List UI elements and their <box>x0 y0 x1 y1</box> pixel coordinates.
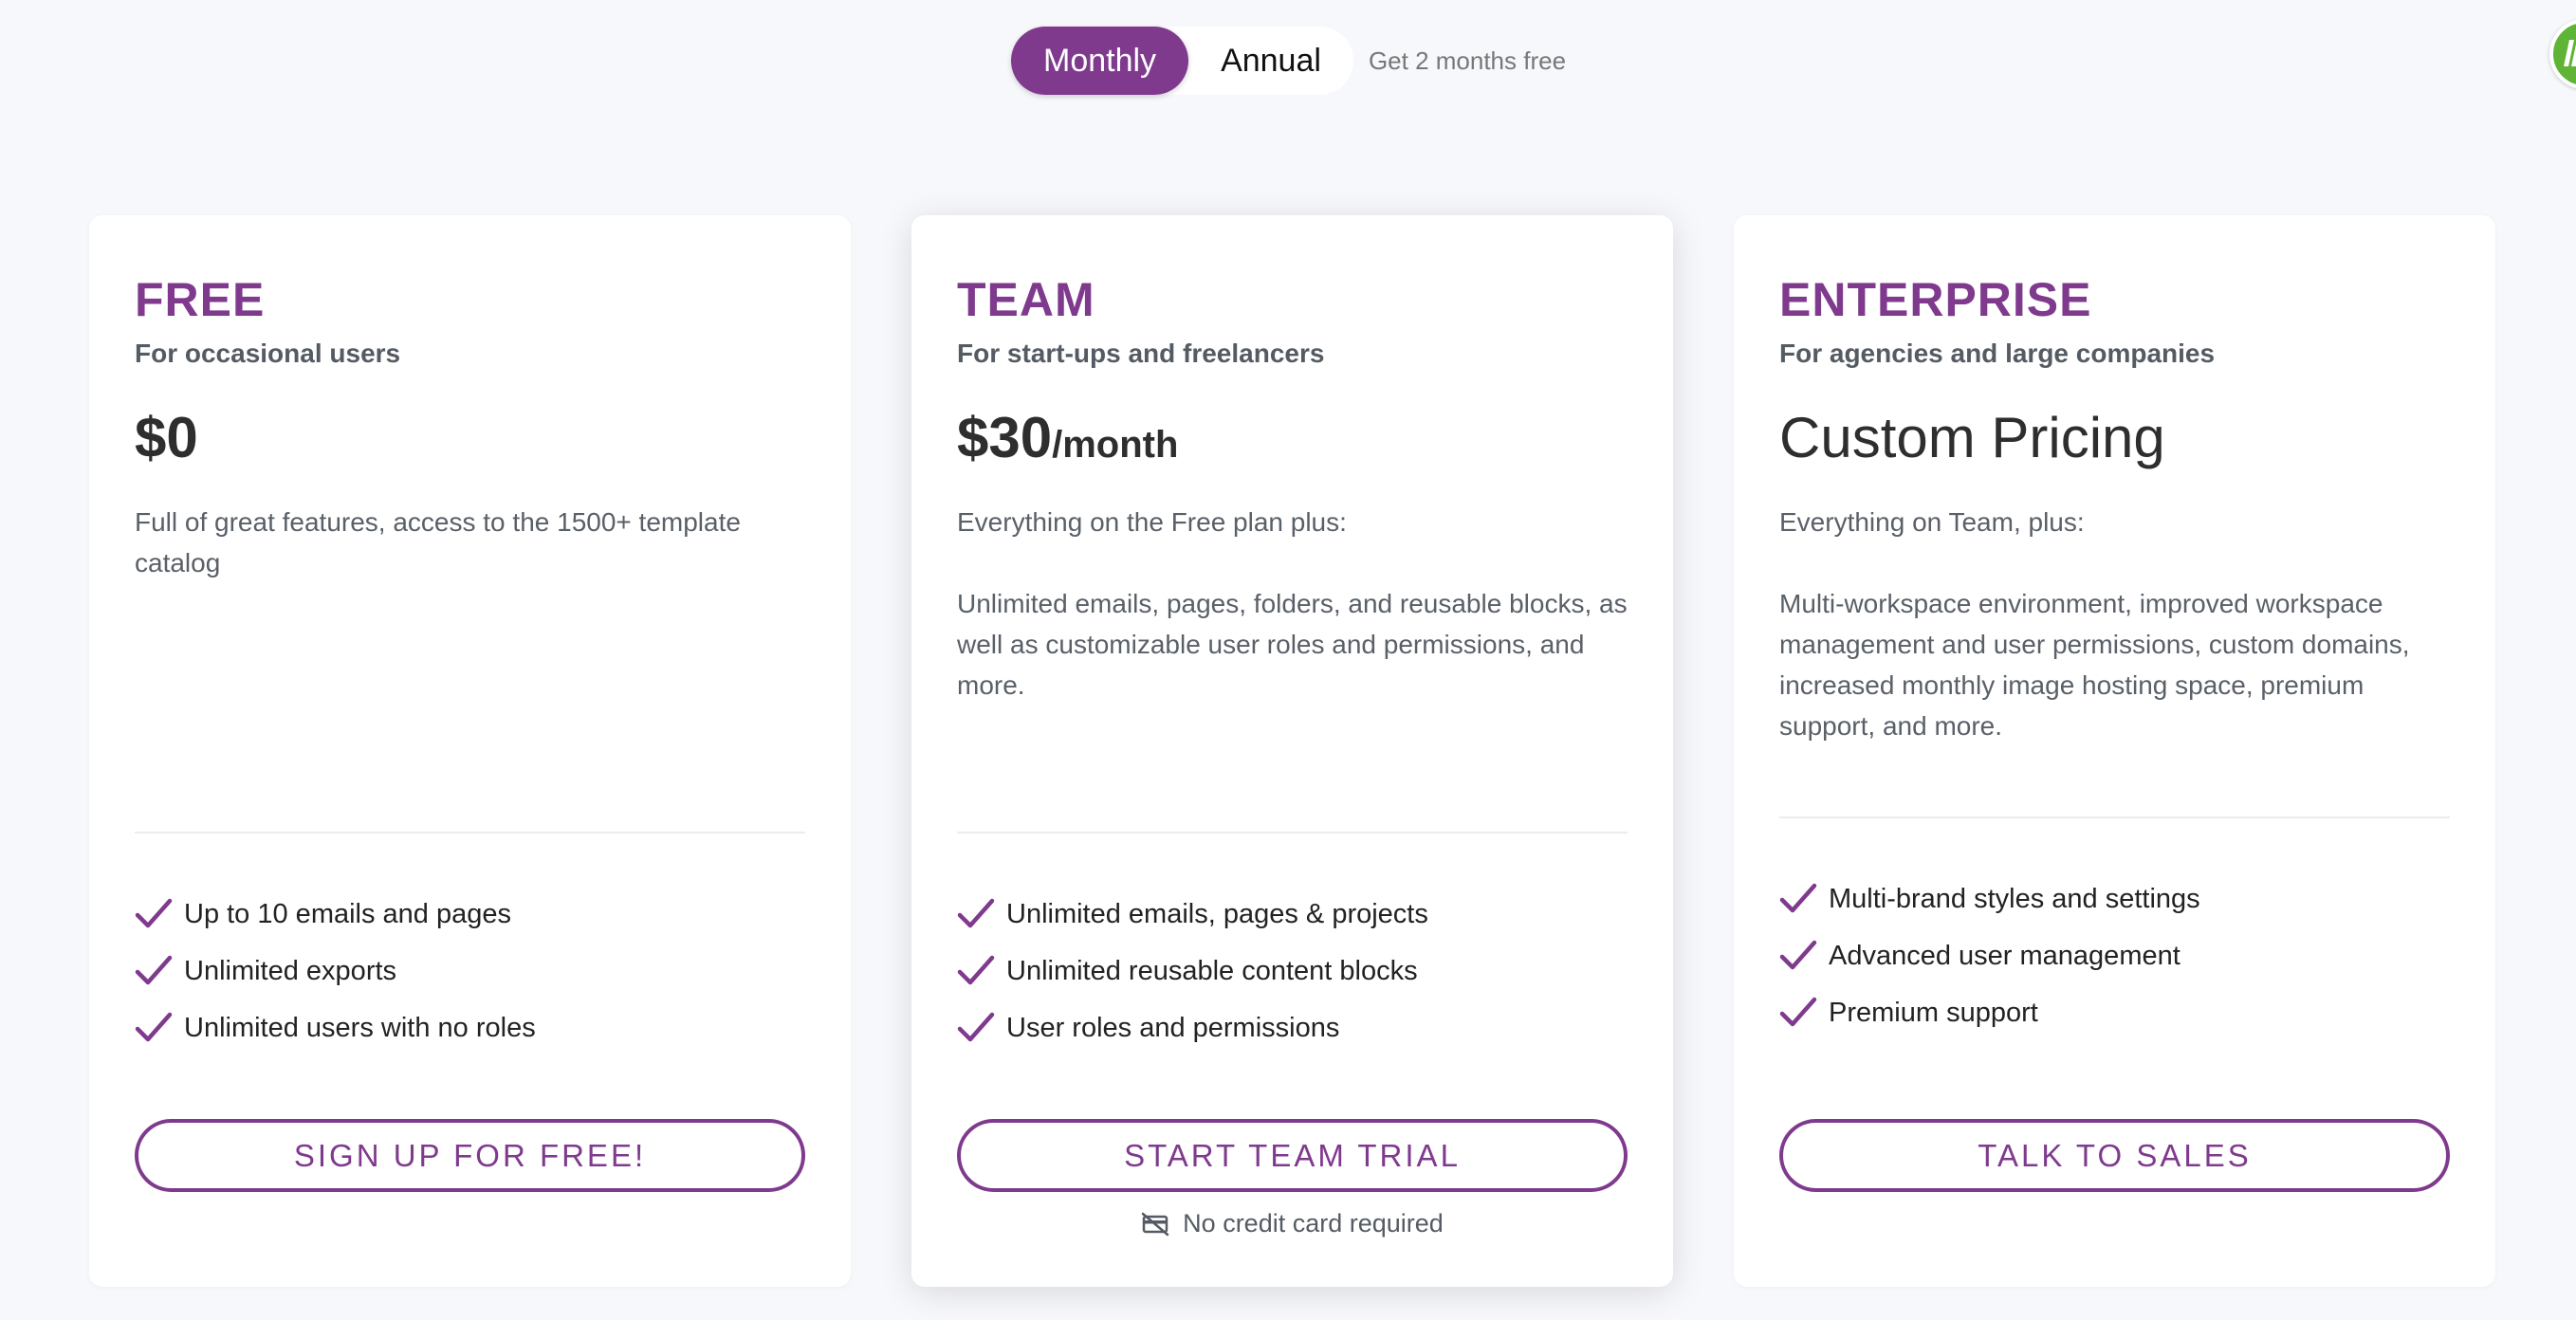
feature-label: Unlimited reusable content blocks <box>1006 955 1418 986</box>
feature-label: User roles and permissions <box>1006 1012 1340 1043</box>
feature-item: Unlimited emails, pages & projects <box>957 886 1628 943</box>
plan-description-intro: Everything on the Free plan plus: <box>957 507 1347 537</box>
plan-card-enterprise: ENTERPRISE For agencies and large compan… <box>1734 215 2495 1287</box>
sign-up-free-button[interactable]: SIGN UP FOR FREE! <box>135 1119 805 1192</box>
feature-list: Unlimited emails, pages & projects Unlim… <box>957 886 1628 1056</box>
feature-label: Multi-brand styles and settings <box>1829 883 2200 914</box>
billing-toggle-group: Monthly Annual Get 2 months free <box>1011 27 1566 95</box>
feature-label: Unlimited emails, pages & projects <box>1006 898 1428 929</box>
feature-list: Multi-brand styles and settings Advanced… <box>1779 871 2450 1041</box>
card-divider <box>135 832 805 834</box>
annual-toggle-button[interactable]: Annual <box>1188 27 1353 95</box>
check-icon <box>135 898 173 928</box>
plan-card-team: TEAM For start-ups and freelancers $30/m… <box>911 215 1673 1287</box>
check-icon <box>957 898 995 928</box>
feature-label: Advanced user management <box>1829 940 2180 971</box>
feature-item: Unlimited exports <box>135 943 805 999</box>
check-icon <box>1779 997 1817 1027</box>
feature-item: Multi-brand styles and settings <box>1779 871 2450 927</box>
monthly-toggle-button[interactable]: Monthly <box>1011 27 1189 95</box>
plan-tagline: For start-ups and freelancers <box>957 339 1325 368</box>
app-badge-icon[interactable] <box>2549 19 2576 89</box>
plan-name: ENTERPRISE <box>1779 273 2092 326</box>
plan-description-text: Full of great features, access to the 15… <box>135 507 741 578</box>
feature-item: Premium support <box>1779 984 2450 1041</box>
check-icon <box>1779 883 1817 913</box>
no-credit-card-icon <box>1141 1212 1169 1236</box>
plan-description-text: Unlimited emails, pages, folders, and re… <box>957 589 1628 700</box>
check-icon <box>135 1012 173 1042</box>
feature-label: Up to 10 emails and pages <box>184 898 511 929</box>
plan-description: Everything on Team, plus: Multi-workspac… <box>1779 502 2450 787</box>
billing-toggle: Monthly Annual <box>1011 27 1353 95</box>
plan-description: Everything on the Free plan plus: Unlimi… <box>957 502 1628 746</box>
card-divider <box>1779 816 2450 818</box>
plan-price: Custom Pricing <box>1779 406 2165 469</box>
plan-description-text: Multi-workspace environment, improved wo… <box>1779 589 2410 741</box>
feature-item: Up to 10 emails and pages <box>135 886 805 943</box>
no-credit-card-note: No credit card required <box>957 1209 1628 1238</box>
no-credit-card-label: No credit card required <box>1183 1209 1444 1238</box>
badge-bars <box>2564 40 2576 66</box>
plan-price-amount: $30 <box>957 406 1053 469</box>
feature-label: Unlimited exports <box>184 955 397 986</box>
plan-description-intro: Everything on Team, plus: <box>1779 507 2085 537</box>
annual-discount-note: Get 2 months free <box>1368 46 1567 75</box>
plan-name: FREE <box>135 273 266 326</box>
start-team-trial-button[interactable]: START TEAM TRIAL <box>957 1119 1628 1192</box>
feature-label: Unlimited users with no roles <box>184 1012 536 1043</box>
feature-item: Advanced user management <box>1779 927 2450 984</box>
plan-price-unit: /month <box>1052 424 1179 466</box>
check-icon <box>957 1012 995 1042</box>
plan-card-free: FREE For occasional users $0 Full of gre… <box>89 215 851 1287</box>
check-icon <box>1779 940 1817 970</box>
feature-item: User roles and permissions <box>957 999 1628 1056</box>
feature-item: Unlimited reusable content blocks <box>957 943 1628 999</box>
feature-item: Unlimited users with no roles <box>135 999 805 1056</box>
plan-name: TEAM <box>957 273 1095 326</box>
check-icon <box>957 955 995 985</box>
plan-price: $0 <box>135 406 198 469</box>
feature-list: Up to 10 emails and pages Unlimited expo… <box>135 886 805 1056</box>
plan-tagline: For occasional users <box>135 339 401 368</box>
talk-to-sales-button[interactable]: TALK TO SALES <box>1779 1119 2450 1192</box>
plan-tagline: For agencies and large companies <box>1779 339 2216 368</box>
card-divider <box>957 832 1628 834</box>
plan-price: $30/month <box>957 405 1178 470</box>
feature-label: Premium support <box>1829 997 2038 1028</box>
plan-description: Full of great features, access to the 15… <box>135 502 805 624</box>
check-icon <box>135 955 173 985</box>
